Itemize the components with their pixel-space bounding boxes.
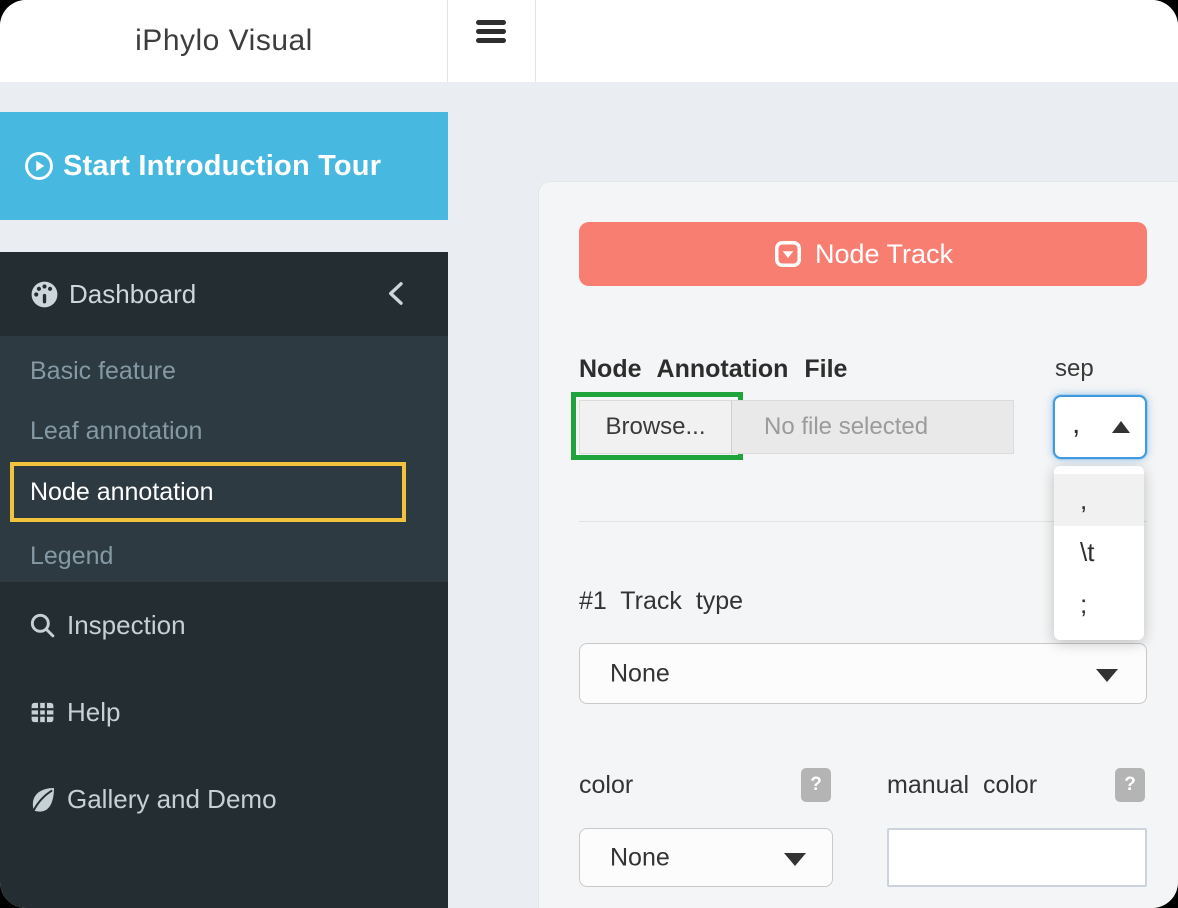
sep-select[interactable]: , [1053,395,1147,459]
sidebar-item-gallery-and-demo[interactable]: Gallery and Demo [0,774,448,824]
sep-option-semicolon[interactable]: ; [1054,578,1144,630]
sidebar-item-inspection[interactable]: Inspection [0,600,448,650]
sidebar-item-leaf-annotation[interactable]: Leaf annotation [0,416,448,446]
sidebar-item-legend[interactable]: Legend [0,541,448,571]
sidebar: Dashboard Basic feature Leaf annotation … [0,252,448,908]
track-type-value: None [610,659,670,688]
sidebar-item-label: Inspection [67,610,186,641]
app-window: iPhylo Visual Start Introduction Tour [0,0,1178,908]
browse-button[interactable]: Browse... [580,401,732,453]
node-annotation-panel: Node Track Node Annotation File sep Brow… [538,181,1178,908]
hamburger-bar [476,38,506,43]
sidebar-item-label: Gallery and Demo [67,784,277,815]
header: iPhylo Visual [0,0,1178,82]
gauge-icon [29,279,60,310]
manual-color-label: manual color [887,768,1037,802]
caret-down-icon [784,853,806,866]
color-select[interactable]: None [579,828,833,887]
sidebar-item-dashboard[interactable]: Dashboard [0,252,448,336]
node-track-label: Node Track [815,239,953,270]
sep-option-comma[interactable]: , [1054,474,1144,526]
sidebar-item-label: Node annotation [14,478,213,507]
play-circle-icon [24,151,54,181]
hamburger-bar [476,20,506,25]
caret-down-icon [1096,669,1118,682]
file-field-label: Node Annotation File [579,354,847,384]
sidebar-item-label: Help [67,697,120,728]
sidebar-item-label: Dashboard [69,279,196,310]
manual-color-input[interactable] [887,828,1147,887]
dashboard-submenu: Basic feature Leaf annotation Node annot… [0,336,448,582]
sidebar-item-basic-feature[interactable]: Basic feature [0,356,448,386]
caret-up-icon [1112,421,1130,433]
caret-square-down-icon [773,239,803,269]
track-type-label: #1 Track type [579,586,743,616]
start-tour-button[interactable]: Start Introduction Tour [0,112,448,220]
header-divider [447,0,448,82]
hamburger-bar [476,29,506,34]
color-field-label: color [579,768,633,802]
sep-option-tab[interactable]: \t [1054,526,1144,578]
node-track-button[interactable]: Node Track [579,222,1147,286]
file-status-text: No file selected [732,401,1013,453]
app-title: iPhylo Visual [0,0,448,82]
hamburger-menu-icon[interactable] [476,20,506,44]
leaf-icon [28,785,57,814]
sep-selected-value: , [1072,407,1080,441]
manual-color-help-badge[interactable]: ? [1115,768,1145,802]
sep-field-label: sep [1055,354,1094,384]
sidebar-item-help[interactable]: Help [0,687,448,737]
color-value: None [610,843,670,872]
file-upload-input[interactable]: Browse... No file selected [579,400,1014,454]
sep-dropdown-menu: , \t ; [1054,466,1144,640]
start-tour-label: Start Introduction Tour [63,150,381,183]
sidebar-item-node-annotation[interactable]: Node annotation [10,462,406,522]
header-divider [535,0,536,82]
search-icon [28,611,57,640]
table-grid-icon [28,698,57,727]
color-help-badge[interactable]: ? [801,768,831,802]
chevron-left-icon [381,278,412,309]
track-type-select[interactable]: None [579,643,1147,704]
